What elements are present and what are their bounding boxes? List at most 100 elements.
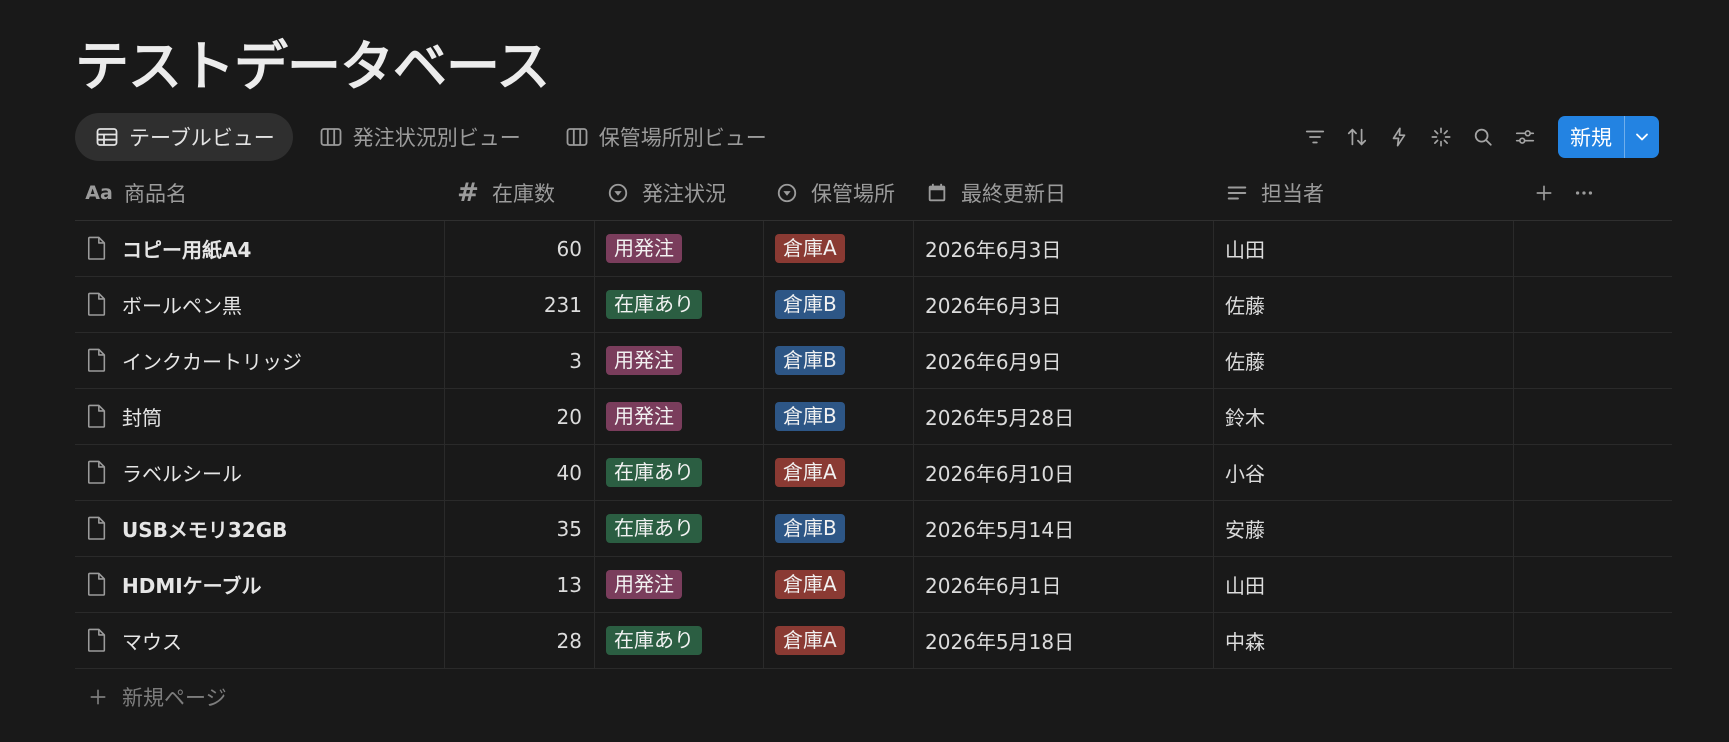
- cell-updated[interactable]: 2026年5月18日: [914, 613, 1214, 668]
- cell-updated[interactable]: 2026年6月3日: [914, 277, 1214, 332]
- add-property-icon[interactable]: [1524, 173, 1564, 213]
- cell-updated[interactable]: 2026年5月28日: [914, 389, 1214, 444]
- cell-stock[interactable]: 35: [445, 501, 595, 556]
- header-actions: [1514, 173, 1604, 213]
- cell-location[interactable]: 倉庫A: [764, 613, 914, 668]
- page-icon: [86, 291, 110, 319]
- cell-status[interactable]: 用発注: [595, 333, 764, 388]
- text-lines-icon: [1225, 181, 1249, 205]
- cell-name[interactable]: ボールペン黒: [75, 277, 445, 332]
- cell-empty: [1514, 501, 1672, 556]
- cell-name[interactable]: インクカートリッジ: [75, 333, 445, 388]
- cell-stock[interactable]: 231: [445, 277, 595, 332]
- table-row[interactable]: HDMIケーブル 13 用発注 倉庫A 2026年6月1日 山田: [75, 557, 1672, 613]
- location-badge: 倉庫B: [775, 290, 845, 319]
- cell-stock[interactable]: 13: [445, 557, 595, 612]
- status-badge: 在庫あり: [606, 458, 702, 487]
- table-row[interactable]: ボールペン黒 231 在庫あり 倉庫B 2026年6月3日 佐藤: [75, 277, 1672, 333]
- cell-location[interactable]: 倉庫A: [764, 557, 914, 612]
- table-header: Aa 商品名 # 在庫数 発注状況 保管場所 最終更新日 担当者: [75, 166, 1672, 221]
- automation-icon[interactable]: [1378, 116, 1420, 158]
- status-badge: 在庫あり: [606, 514, 702, 543]
- cell-location[interactable]: 倉庫A: [764, 445, 914, 500]
- cell-empty: [1514, 445, 1672, 500]
- cell-owner[interactable]: 佐藤: [1214, 277, 1514, 332]
- cell-location[interactable]: 倉庫B: [764, 389, 914, 444]
- view-bar: テーブルビュー 発注状況別ビュー 保管場所別ビュー 新規: [75, 112, 1672, 162]
- tab-table-view[interactable]: テーブルビュー: [75, 113, 293, 161]
- cell-owner[interactable]: 山田: [1214, 221, 1514, 276]
- cell-status[interactable]: 在庫あり: [595, 613, 764, 668]
- cell-updated[interactable]: 2026年6月10日: [914, 445, 1214, 500]
- cell-updated[interactable]: 2026年5月14日: [914, 501, 1214, 556]
- table-row[interactable]: マウス 28 在庫あり 倉庫A 2026年5月18日 中森: [75, 613, 1672, 669]
- number-property-icon: #: [457, 178, 479, 208]
- cell-name[interactable]: 封筒: [75, 389, 445, 444]
- column-header-stock[interactable]: # 在庫数: [445, 166, 595, 220]
- page-icon: [86, 235, 110, 263]
- cell-stock[interactable]: 28: [445, 613, 595, 668]
- table-row[interactable]: USBメモリ32GB 35 在庫あり 倉庫B 2026年5月14日 安藤: [75, 501, 1672, 557]
- cell-name[interactable]: HDMIケーブル: [75, 557, 445, 612]
- search-icon[interactable]: [1462, 116, 1504, 158]
- table-row[interactable]: ラベルシール 40 在庫あり 倉庫A 2026年6月10日 小谷: [75, 445, 1672, 501]
- cell-status[interactable]: 用発注: [595, 389, 764, 444]
- cell-name[interactable]: コピー用紙A4: [75, 221, 445, 276]
- column-header-status[interactable]: 発注状況: [595, 166, 764, 220]
- tab-location-board-view[interactable]: 保管場所別ビュー: [545, 113, 785, 161]
- status-badge: 在庫あり: [606, 626, 702, 655]
- cell-owner[interactable]: 山田: [1214, 557, 1514, 612]
- cell-name[interactable]: USBメモリ32GB: [75, 501, 445, 556]
- page-title[interactable]: テストデータベース: [75, 34, 550, 100]
- cell-empty: [1514, 221, 1672, 276]
- table-row[interactable]: 封筒 20 用発注 倉庫B 2026年5月28日 鈴木: [75, 389, 1672, 445]
- cell-location[interactable]: 倉庫B: [764, 277, 914, 332]
- cell-status[interactable]: 在庫あり: [595, 445, 764, 500]
- cell-name[interactable]: ラベルシール: [75, 445, 445, 500]
- ai-sparkle-icon[interactable]: [1420, 116, 1462, 158]
- chevron-down-icon[interactable]: [1624, 116, 1659, 158]
- table-row[interactable]: インクカートリッジ 3 用発注 倉庫B 2026年6月9日 佐藤: [75, 333, 1672, 389]
- tab-label: テーブルビュー: [129, 126, 275, 150]
- cell-empty: [1514, 333, 1672, 388]
- column-header-updated[interactable]: 最終更新日: [914, 166, 1214, 220]
- cell-owner[interactable]: 鈴木: [1214, 389, 1514, 444]
- text-property-icon: Aa: [85, 182, 113, 204]
- tab-status-board-view[interactable]: 発注状況別ビュー: [299, 113, 539, 161]
- cell-owner[interactable]: 安藤: [1214, 501, 1514, 556]
- column-header-name[interactable]: Aa 商品名: [75, 166, 445, 220]
- status-badge: 用発注: [606, 346, 682, 375]
- cell-updated[interactable]: 2026年6月1日: [914, 557, 1214, 612]
- cell-location[interactable]: 倉庫B: [764, 501, 914, 556]
- filter-icon[interactable]: [1294, 116, 1336, 158]
- table-row[interactable]: コピー用紙A4 60 用発注 倉庫A 2026年6月3日 山田: [75, 221, 1672, 277]
- cell-status[interactable]: 在庫あり: [595, 501, 764, 556]
- cell-status[interactable]: 用発注: [595, 557, 764, 612]
- new-button[interactable]: 新規: [1558, 116, 1659, 158]
- add-new-page-row[interactable]: 新規ページ: [75, 669, 1672, 725]
- cell-status[interactable]: 用発注: [595, 221, 764, 276]
- column-header-owner[interactable]: 担当者: [1214, 166, 1514, 220]
- cell-name[interactable]: マウス: [75, 613, 445, 668]
- cell-updated[interactable]: 2026年6月9日: [914, 333, 1214, 388]
- settings-icon[interactable]: [1504, 116, 1546, 158]
- status-badge: 用発注: [606, 402, 682, 431]
- location-badge: 倉庫A: [775, 234, 845, 263]
- cell-empty: [1514, 557, 1672, 612]
- cell-location[interactable]: 倉庫A: [764, 221, 914, 276]
- column-header-location[interactable]: 保管場所: [764, 166, 914, 220]
- cell-stock[interactable]: 40: [445, 445, 595, 500]
- cell-status[interactable]: 在庫あり: [595, 277, 764, 332]
- cell-owner[interactable]: 小谷: [1214, 445, 1514, 500]
- cell-owner[interactable]: 佐藤: [1214, 333, 1514, 388]
- location-badge: 倉庫B: [775, 514, 845, 543]
- cell-owner[interactable]: 中森: [1214, 613, 1514, 668]
- cell-location[interactable]: 倉庫B: [764, 333, 914, 388]
- cell-stock[interactable]: 20: [445, 389, 595, 444]
- more-options-icon[interactable]: [1564, 173, 1604, 213]
- cell-stock[interactable]: 60: [445, 221, 595, 276]
- row-title: HDMIケーブル: [122, 574, 262, 598]
- cell-updated[interactable]: 2026年6月3日: [914, 221, 1214, 276]
- cell-stock[interactable]: 3: [445, 333, 595, 388]
- sort-icon[interactable]: [1336, 116, 1378, 158]
